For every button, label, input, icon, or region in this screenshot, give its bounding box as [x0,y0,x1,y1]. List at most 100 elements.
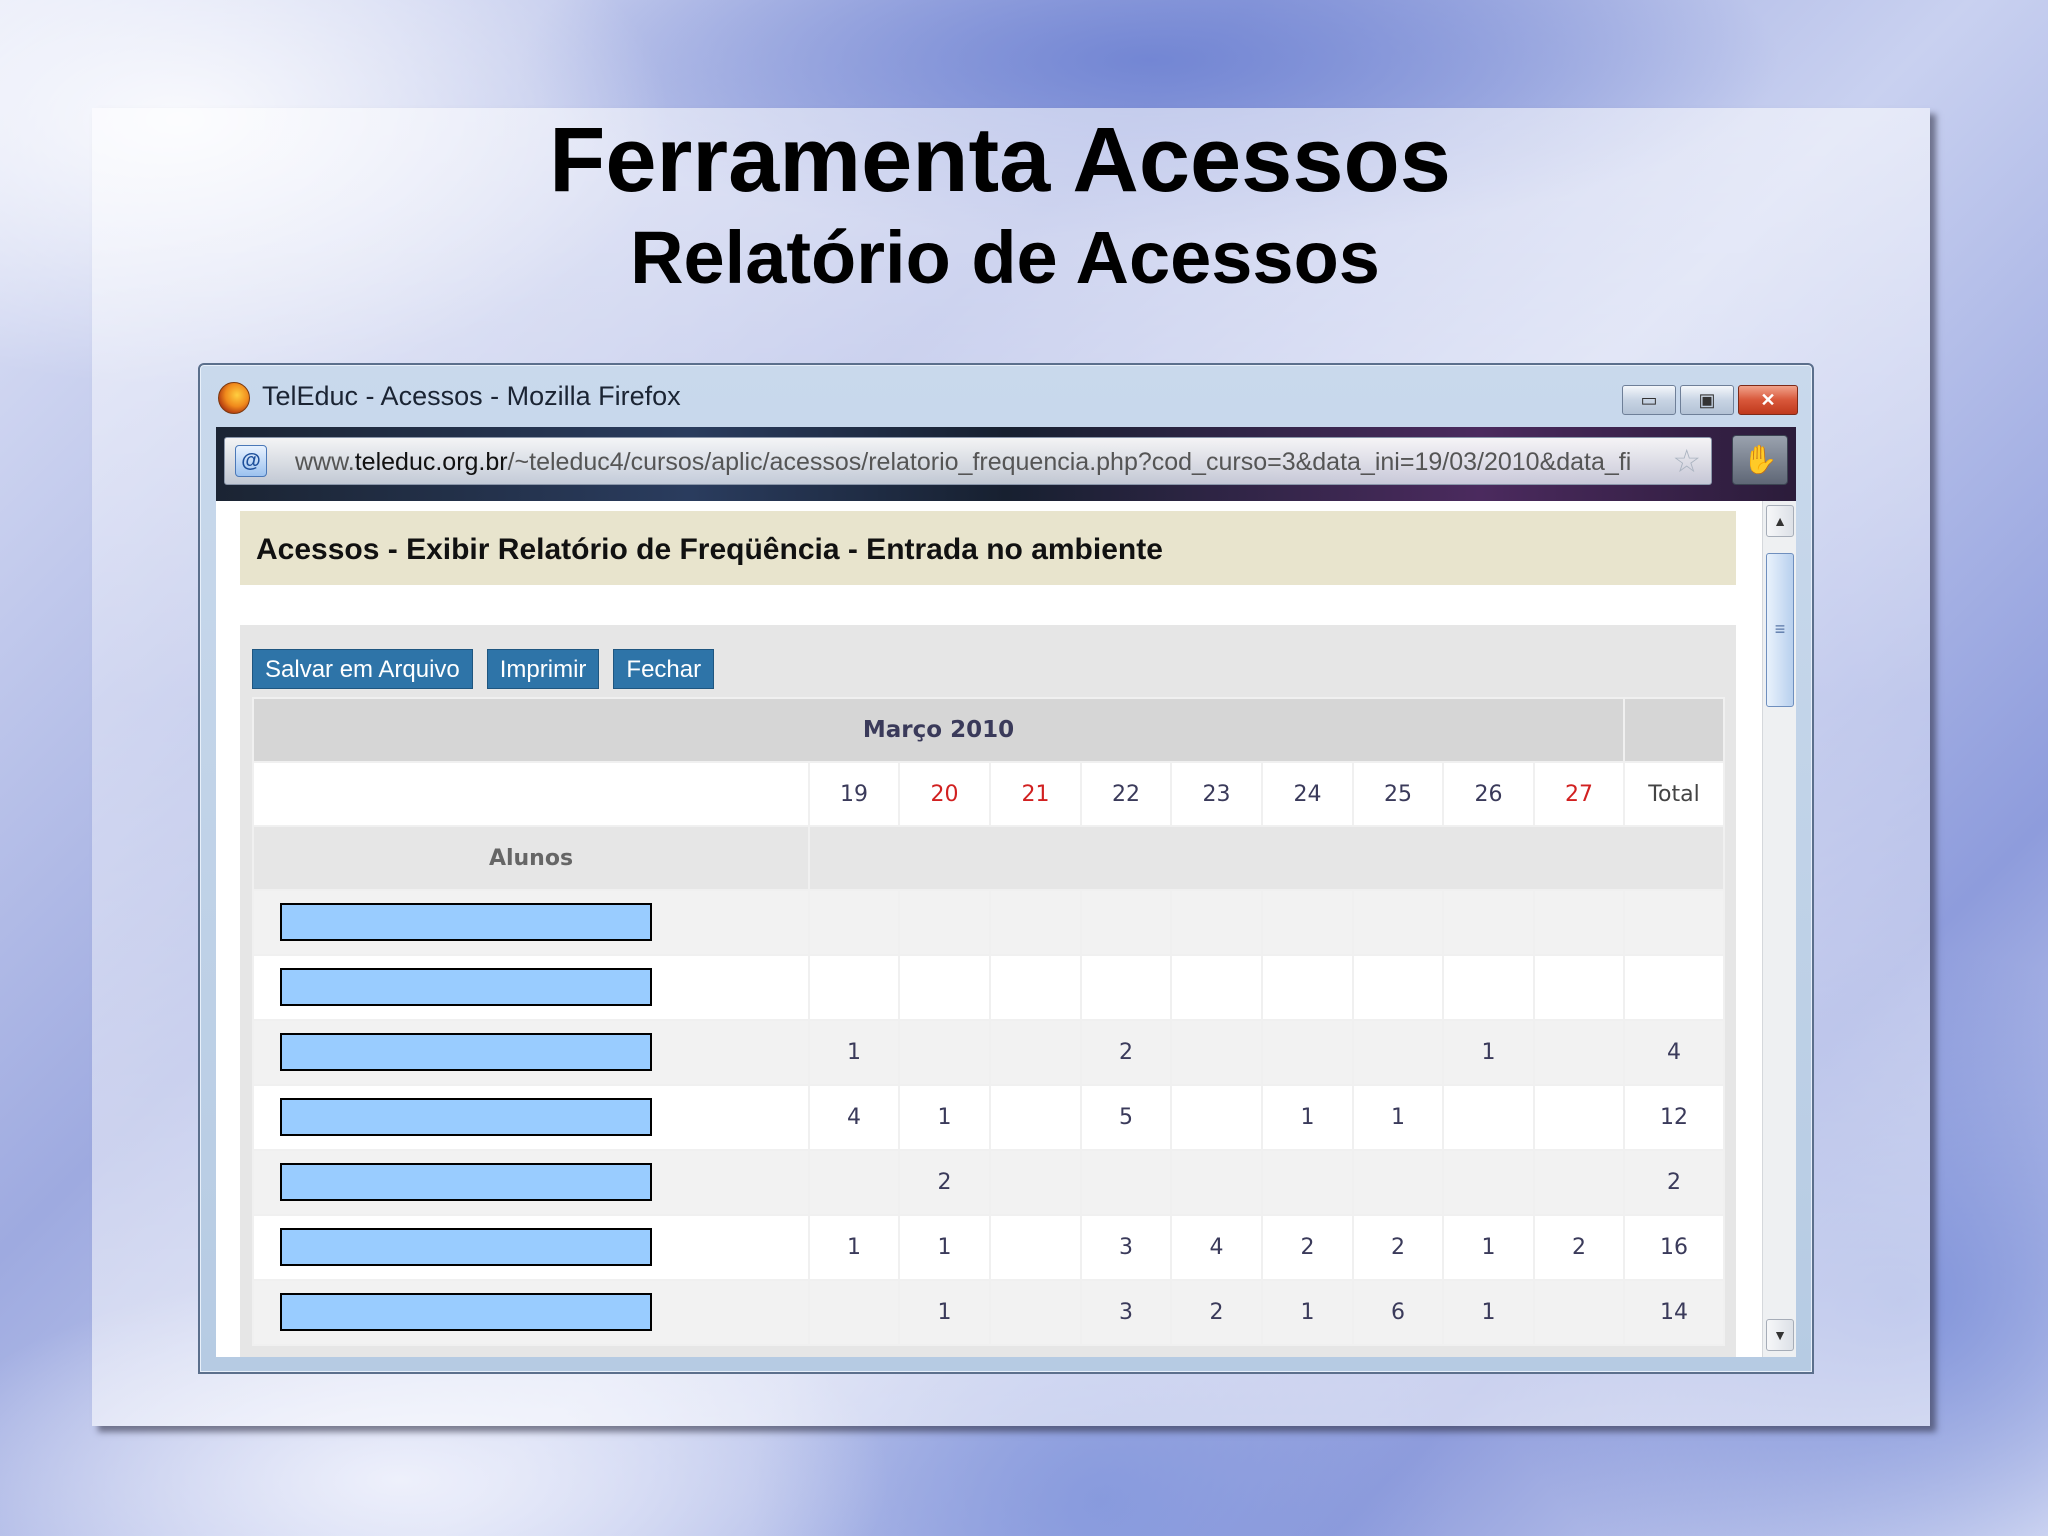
table-row: 1 1 3 4 2 2 1 2 16 [252,1214,1725,1281]
day-header-19: 19 [808,761,900,827]
student-name-cell [252,1149,810,1216]
access-count-cell [808,954,900,1021]
window-titlebar[interactable]: TelEduc - Acessos - Mozilla Firefox ▭ ▣ … [200,365,1812,425]
total-cell: 2 [1623,1149,1725,1216]
access-count-cell [1442,1084,1535,1151]
access-count-cell: 1 [898,1214,991,1281]
access-count-cell [1170,1084,1263,1151]
total-cell [1623,954,1725,1021]
access-count-cell: 2 [1080,1019,1172,1086]
scroll-up-arrow-icon[interactable]: ▲ [1766,505,1794,537]
table-row [252,954,1725,1021]
access-count-cell [989,889,1082,956]
access-count-cell: 1 [1442,1019,1535,1086]
action-buttons: Salvar em Arquivo Imprimir Fechar [252,649,728,689]
access-count-cell [1352,1019,1444,1086]
access-count-cell: 5 [1080,1084,1172,1151]
redacted-name-box[interactable] [280,968,652,1006]
access-count-cell: 1 [898,1084,991,1151]
access-count-cell [1533,954,1625,1021]
access-count-cell [989,1214,1082,1281]
addon-toolbar-icon[interactable]: ✋ [1732,435,1788,485]
access-count-cell [1170,954,1263,1021]
access-count-cell: 2 [1352,1214,1444,1281]
url-bar[interactable]: @ www.teleduc.org.br/~teleduc4/cursos/ap… [224,437,1712,485]
access-count-cell: 2 [1170,1279,1263,1346]
access-count-cell [1533,1279,1625,1346]
month-label: Março 2010 [252,697,1625,763]
day-header-20: 20 [898,761,991,827]
total-cell: 4 [1623,1019,1725,1086]
students-header-row: Alunos [252,825,1725,891]
access-count-cell [898,1019,991,1086]
access-count-cell [1080,954,1172,1021]
access-count-cell [1533,1019,1625,1086]
day-header-22: 22 [1080,761,1172,827]
access-count-cell [1533,1149,1625,1216]
access-count-cell [989,1084,1082,1151]
save-to-file-button[interactable]: Salvar em Arquivo [252,649,473,689]
access-count-cell [808,889,900,956]
minimize-button[interactable]: ▭ [1622,385,1676,415]
access-count-cell: 1 [808,1019,900,1086]
access-count-cell [989,954,1082,1021]
bookmark-star-icon[interactable]: ☆ [1672,444,1701,478]
day-header-26: 26 [1442,761,1535,827]
total-header: Total [1623,761,1725,827]
redacted-name-box[interactable] [280,1293,652,1331]
access-count-cell: 2 [1261,1214,1354,1281]
table-row [252,889,1725,956]
access-count-cell [1170,889,1263,956]
url-domain: teleduc.org.br [354,448,508,476]
url-text[interactable]: www.teleduc.org.br/~teleduc4/cursos/apli… [295,448,1665,476]
table-row: 22 [252,1149,1725,1216]
scroll-thumb[interactable]: ≡ [1766,553,1794,707]
report-panel: Salvar em Arquivo Imprimir Fechar Março … [240,625,1736,1357]
access-count-cell [1170,1149,1263,1216]
day-header-24: 24 [1261,761,1354,827]
access-count-cell: 3 [1080,1279,1172,1346]
access-count-cell: 4 [808,1084,900,1151]
student-name-cell [252,1019,810,1086]
slide-subtitle: Relatório de Acessos [630,216,1380,299]
access-count-cell: 1 [898,1279,991,1346]
total-cell [1623,889,1725,956]
day-header-27: 27 [1533,761,1625,827]
frequency-table: Março 2010 19 20 21 22 23 24 25 26 27 Total Aluno… [252,697,1725,1346]
redacted-name-box[interactable] [280,1228,652,1266]
table-row: 1 2 1 4 [252,1019,1725,1086]
close-report-button[interactable]: Fechar [613,649,715,689]
access-count-cell [1352,1149,1444,1216]
day-header-25: 25 [1352,761,1444,827]
access-count-cell [1261,1149,1354,1216]
scroll-down-arrow-icon[interactable]: ▼ [1766,1319,1794,1351]
site-identity-icon[interactable]: @ [235,445,267,477]
month-header-row: Março 2010 [252,697,1725,763]
total-cell: 14 [1623,1279,1725,1346]
access-count-cell [1080,889,1172,956]
access-count-cell [1261,1019,1354,1086]
access-count-cell: 3 [1080,1214,1172,1281]
table-row: 4 1 5 1 1 12 [252,1084,1725,1151]
print-button[interactable]: Imprimir [486,649,600,689]
access-count-cell [1442,889,1535,956]
redacted-name-box[interactable] [280,1033,652,1071]
access-count-cell [1080,1149,1172,1216]
access-count-cell [898,889,991,956]
window-title: TelEduc - Acessos - Mozilla Firefox [262,381,681,411]
slide-title: Ferramenta Acessos [549,109,1451,211]
redacted-name-box[interactable] [280,1098,652,1136]
redacted-name-box[interactable] [280,1163,652,1201]
redacted-name-box[interactable] [280,903,652,941]
access-count-cell [1533,889,1625,956]
close-button[interactable]: ✕ [1738,385,1798,415]
page-header: Acessos - Exibir Relatório de Freqüência… [240,511,1736,585]
access-count-cell: 1 [1261,1084,1354,1151]
access-count-cell [808,1279,900,1346]
vertical-scrollbar[interactable]: ▲ ≡ ▼ [1762,501,1796,1357]
access-count-cell: 2 [1533,1214,1625,1281]
student-name-cell [252,1214,810,1281]
access-count-cell: 4 [1170,1214,1263,1281]
maximize-button[interactable]: ▣ [1680,385,1734,415]
access-count-cell [808,1149,900,1216]
